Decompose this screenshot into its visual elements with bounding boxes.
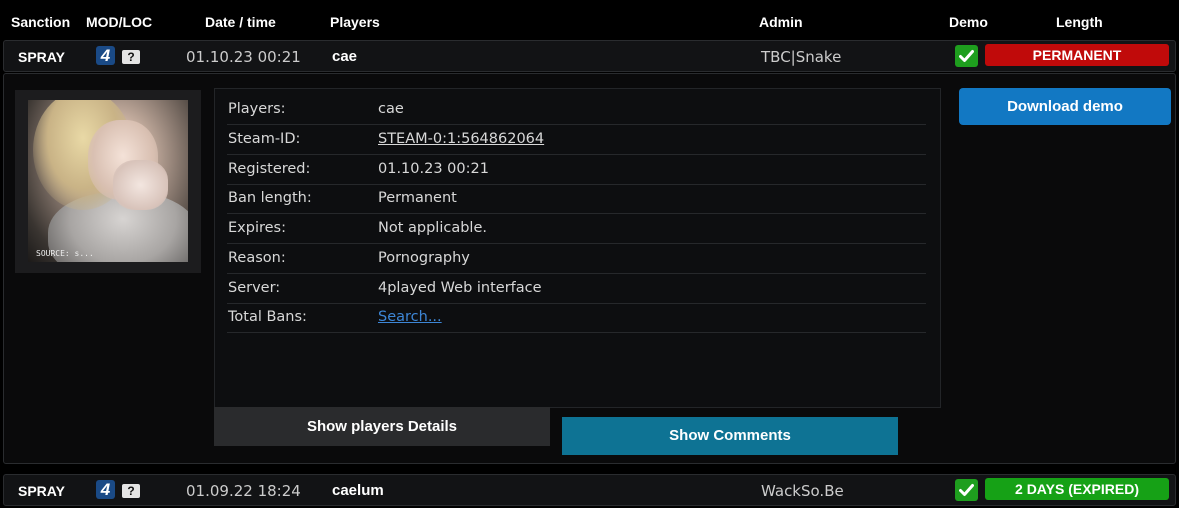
ban-date: 01.10.23 00:21 [186, 48, 301, 66]
mod-4-icon: 4 [96, 480, 115, 499]
checkmark-icon[interactable] [955, 479, 978, 501]
admin-name: TBC|Snake [761, 48, 842, 66]
header-length: Length [1056, 14, 1103, 30]
info-row-players: Players: cae [227, 95, 926, 125]
spray-image[interactable]: SOURCE: s... [28, 100, 188, 262]
info-label: Reason: [228, 250, 286, 266]
info-row-expires: Expires: Not applicable. [227, 214, 926, 244]
info-row-steam-id: Steam-ID: STEAM-0:1:564862064 [227, 125, 926, 155]
ban-row[interactable]: SPRAY 4 ? 01.09.22 18:24 caelum WackSo.B… [3, 474, 1176, 506]
player-name: caelum [332, 482, 384, 499]
info-label: Expires: [228, 220, 286, 236]
spray-image-frame: SOURCE: s... [15, 90, 201, 273]
sanction-type: SPRAY [18, 49, 65, 65]
length-badge: 2 DAYS (EXPIRED) [985, 478, 1169, 500]
table-header: Sanction MOD/LOC Date / time Players Adm… [0, 0, 1179, 40]
header-admin: Admin [759, 14, 803, 30]
ban-details-panel: SOURCE: s... Players: cae Steam-ID: STEA… [3, 73, 1176, 464]
sanction-type: SPRAY [18, 483, 65, 499]
info-value: cae [378, 101, 404, 117]
download-demo-button[interactable]: Download demo [959, 88, 1171, 125]
checkmark-icon[interactable] [955, 45, 978, 67]
info-value: 01.10.23 00:21 [378, 161, 489, 177]
info-row-reason: Reason: Pornography [227, 244, 926, 274]
info-value: Pornography [378, 250, 470, 266]
show-players-details-button[interactable]: Show players Details [214, 407, 550, 446]
admin-name: WackSo.Be [761, 482, 844, 500]
header-players: Players [330, 14, 380, 30]
info-row-ban-length: Ban length: Permanent [227, 184, 926, 214]
info-value: Permanent [378, 190, 457, 206]
ban-info-table: Players: cae Steam-ID: STEAM-0:1:5648620… [214, 88, 941, 408]
info-value: Not applicable. [378, 220, 487, 236]
player-name: cae [332, 48, 358, 65]
ban-date: 01.09.22 18:24 [186, 482, 301, 500]
info-row-server: Server: 4played Web interface [227, 274, 926, 304]
unknown-location-icon: ? [122, 484, 140, 498]
unknown-location-icon: ? [122, 50, 140, 64]
info-label: Ban length: [228, 190, 312, 206]
header-demo: Demo [949, 14, 988, 30]
info-row-total-bans: Total Bans: Search... [227, 303, 926, 333]
spray-image-caption: SOURCE: s... [36, 249, 94, 258]
info-label: Players: [228, 101, 286, 117]
mod-4-icon: 4 [96, 46, 115, 65]
steam-id-link[interactable]: STEAM-0:1:564862064 [378, 131, 544, 147]
ban-row[interactable]: SPRAY 4 ? 01.10.23 00:21 cae TBC|Snake P… [3, 40, 1176, 72]
info-label: Total Bans: [228, 309, 307, 325]
header-datetime: Date / time [205, 14, 276, 30]
header-modloc: MOD/LOC [86, 14, 153, 30]
info-row-registered: Registered: 01.10.23 00:21 [227, 155, 926, 185]
show-comments-button[interactable]: Show Comments [562, 417, 898, 455]
info-label: Registered: [228, 161, 311, 177]
info-value: 4played Web interface [378, 280, 542, 296]
info-label: Server: [228, 280, 281, 296]
length-badge: PERMANENT [985, 44, 1169, 66]
header-sanction: Sanction [11, 14, 71, 30]
info-label: Steam-ID: [228, 131, 301, 147]
total-bans-search-link[interactable]: Search... [378, 309, 442, 325]
